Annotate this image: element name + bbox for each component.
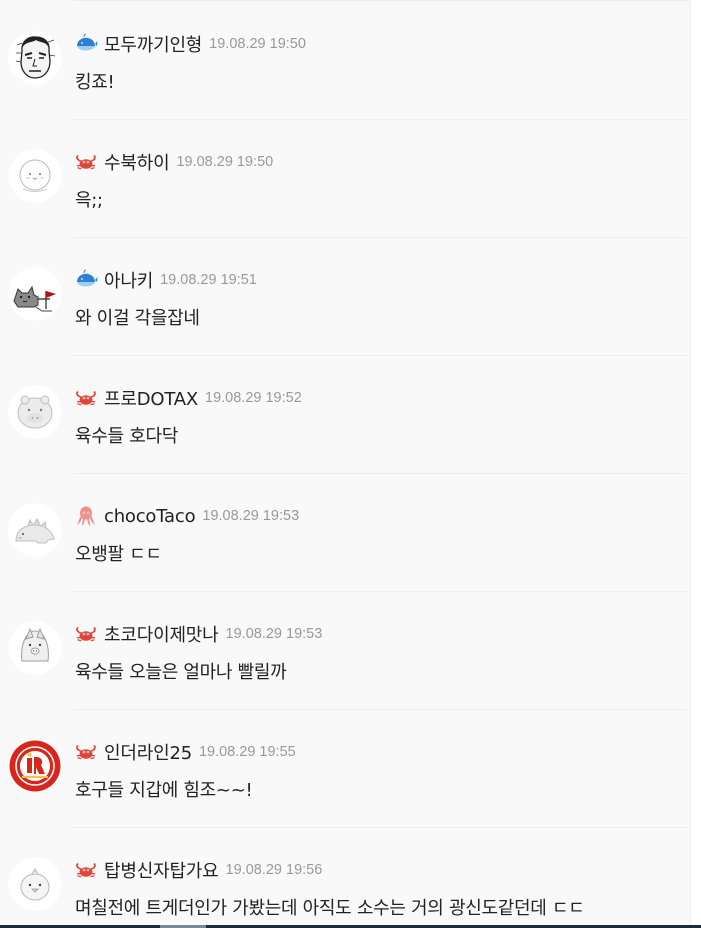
comment-timestamp: 19.08.29 19:56	[225, 862, 323, 878]
comment-timestamp: 19.08.29 19:50	[176, 154, 274, 170]
comment-text: 호구들 지갑에 힘조~~!	[75, 780, 253, 801]
comment-list-page: 모두까기인형 19.08.29 19:50 킹죠! 수북하이 19.08.29 19:5…	[0, 0, 701, 928]
comment-timestamp: 19.08.29 19:52	[205, 390, 302, 406]
comment-nickname[interactable]: 아나키	[104, 267, 153, 293]
pig-avatar[interactable]	[8, 621, 62, 675]
comment-item: 인더라인25 19.08.29 19:55 호구들 지갑에 힘조~~!	[0, 710, 690, 828]
whale-icon	[74, 268, 98, 292]
comment-text: 육수들 호다닥	[75, 426, 178, 447]
comment-item: 탑병신자탑가요 19.08.29 19:56 며칠전에 트게더인가 가봤는데 아직도…	[0, 828, 690, 928]
comment-nickname[interactable]: 모두까기인형	[104, 31, 202, 57]
crab-icon	[74, 150, 98, 174]
red-logo-avatar[interactable]	[8, 739, 62, 793]
comment-timestamp: 19.08.29 19:53	[202, 508, 300, 524]
comment-text: 육수들 오늘은 얼마나 빨릴까	[75, 662, 287, 683]
crab-icon	[74, 622, 98, 646]
comment-timestamp: 19.08.29 19:55	[198, 744, 296, 760]
comment-meta: 모두까기인형 19.08.29 19:50	[74, 32, 306, 56]
comment-timestamp: 19.08.29 19:53	[225, 626, 323, 642]
comment-text: 킹죠!	[75, 72, 115, 93]
comment-item: 모두까기인형 19.08.29 19:50 킹죠!	[0, 2, 690, 120]
comment-meta: 초코다이제맛나 19.08.29 19:53	[74, 622, 322, 646]
comment-meta: 탑병신자탑가요 19.08.29 19:56	[74, 858, 322, 882]
comment-nickname[interactable]: chocoTaco	[104, 506, 196, 527]
comment-item: 아나키 19.08.29 19:51 와 이걸 각을잡네	[0, 238, 690, 356]
comment-nickname[interactable]: 수북하이	[104, 149, 170, 175]
comment-nickname[interactable]: 프로DOTAX	[104, 385, 198, 411]
drawn-face-avatar[interactable]	[8, 31, 62, 85]
comment-item: chocoTaco 19.08.29 19:53 오뱅팔 ㄷㄷ	[0, 474, 690, 592]
dino-avatar[interactable]	[8, 503, 62, 557]
comment-meta: 인더라인25 19.08.29 19:55	[74, 740, 296, 764]
divider	[74, 0, 691, 1]
comment-nickname[interactable]: 인더라인25	[104, 739, 192, 765]
comment-text: 윽;;	[75, 190, 103, 211]
crab-icon	[74, 386, 98, 410]
crab-icon	[74, 858, 98, 882]
octopus-icon	[74, 504, 98, 528]
whale-icon	[74, 32, 98, 56]
comment-text: 오뱅팔 ㄷㄷ	[75, 544, 162, 565]
cat-flag-avatar[interactable]	[8, 267, 62, 321]
comment-item: 초코다이제맛나 19.08.29 19:53 육수들 오늘은 얼마나 빨릴까	[0, 592, 690, 710]
comment-meta: chocoTaco 19.08.29 19:53	[74, 504, 299, 528]
comment-timestamp: 19.08.29 19:50	[209, 36, 306, 52]
comment-nickname[interactable]: 초코다이제맛나	[104, 621, 219, 647]
comment-item: 프로DOTAX 19.08.29 19:52 육수들 호다닥	[0, 356, 690, 474]
comment-meta: 프로DOTAX 19.08.29 19:52	[74, 386, 302, 410]
hippo-avatar[interactable]	[8, 385, 62, 439]
comment-text: 와 이걸 각을잡네	[75, 308, 200, 329]
comment-nickname[interactable]: 탑병신자탑가요	[104, 857, 219, 883]
chick-avatar[interactable]	[8, 857, 62, 911]
round-bun-avatar[interactable]	[8, 149, 62, 203]
page-edge	[690, 0, 701, 928]
comment-item: 수북하이 19.08.29 19:50 윽;;	[0, 120, 690, 238]
comment-text: 며칠전에 트게더인가 가봤는데 아직도 소수는 거의 광신도같던데 ㄷㄷ	[75, 898, 585, 919]
comment-meta: 수북하이 19.08.29 19:50	[74, 150, 273, 174]
comment-timestamp: 19.08.29 19:51	[160, 272, 257, 288]
comment-meta: 아나키 19.08.29 19:51	[74, 268, 257, 292]
crab-icon	[74, 740, 98, 764]
